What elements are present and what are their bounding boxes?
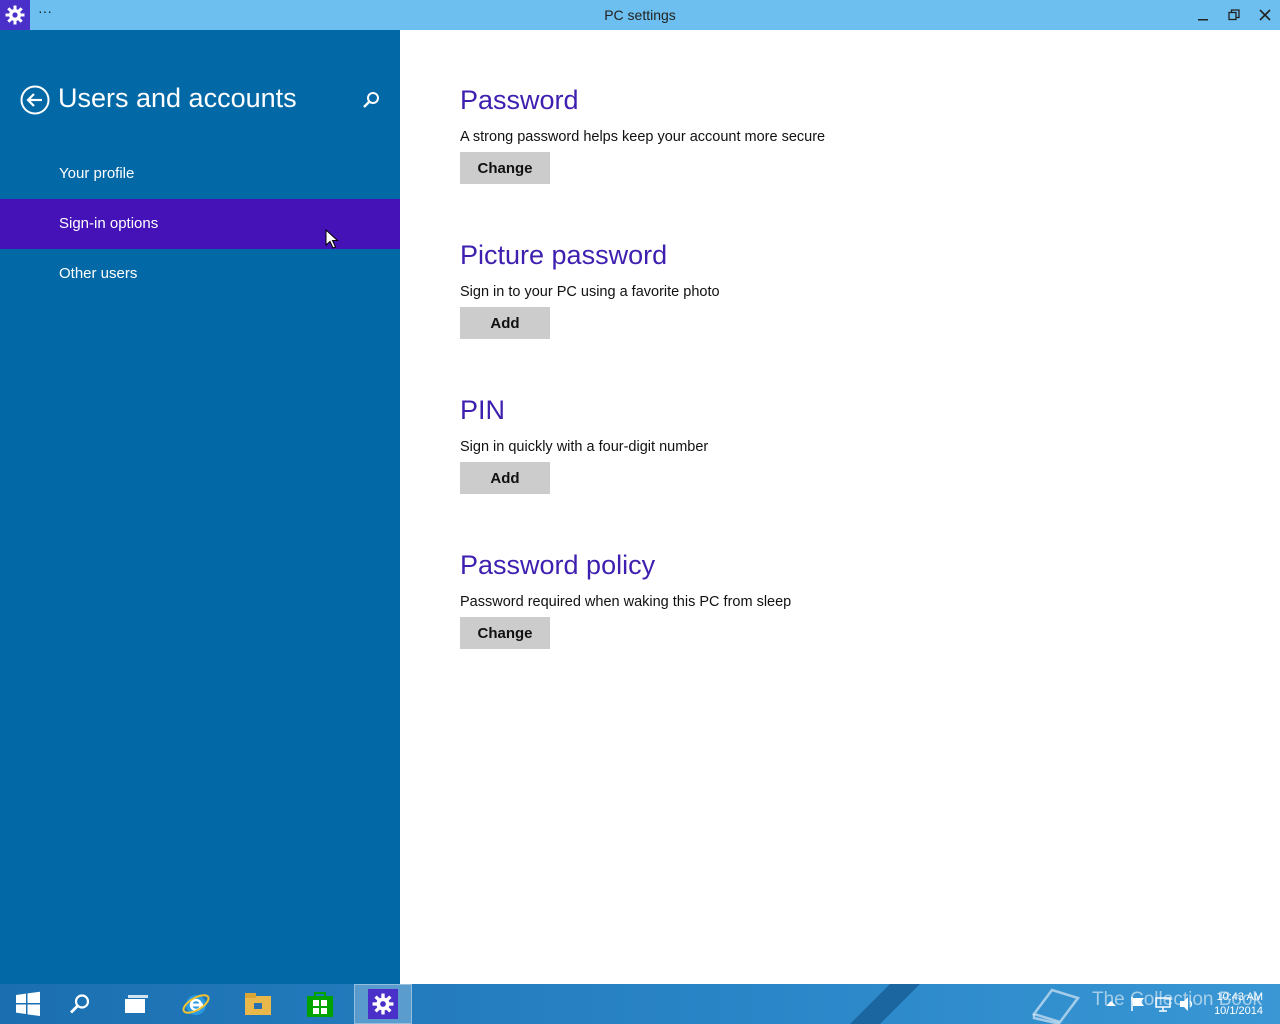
- section-description: Sign in quickly with a four-digit number: [460, 439, 709, 455]
- sidebar-item-label: Other users: [59, 265, 138, 282]
- internet-explorer-icon: [182, 994, 210, 1015]
- sidebar-item-label: Sign-in options: [59, 215, 159, 232]
- sidebar-item-label: Your profile: [59, 165, 135, 182]
- settings-taskbar-button[interactable]: [354, 984, 412, 1024]
- start-button[interactable]: [0, 984, 56, 1024]
- password-policy-section: Password policy Password required when w…: [460, 549, 791, 649]
- minimize-icon: [1197, 19, 1208, 21]
- close-icon: [1258, 9, 1271, 21]
- search-icon: [363, 92, 379, 108]
- close-button[interactable]: [1249, 0, 1280, 30]
- network-button[interactable]: [1155, 996, 1171, 1017]
- internet-explorer-button[interactable]: [168, 984, 224, 1024]
- section-description: Sign in to your PC using a favorite phot…: [460, 284, 720, 300]
- sidebar: Users and accounts Your profile Sign-in …: [0, 30, 400, 984]
- network-icon: [1155, 997, 1171, 1012]
- add-picture-password-button[interactable]: Add: [460, 307, 550, 339]
- gear-icon: [372, 993, 394, 1015]
- store-button[interactable]: [292, 984, 348, 1024]
- clock-time: 10:43 AM: [1216, 991, 1263, 1003]
- start-icon: [16, 991, 40, 1016]
- password-section: Password A strong password helps keep yo…: [460, 84, 825, 184]
- add-pin-button[interactable]: Add: [460, 462, 550, 494]
- section-description: Password required when waking this PC fr…: [460, 594, 792, 610]
- chevron-up-icon: [1106, 1001, 1116, 1006]
- action-center-button[interactable]: [1130, 996, 1146, 1017]
- title-bar: ··· PC settings: [0, 0, 1280, 30]
- restore-icon: [1227, 9, 1240, 21]
- sidebar-item-other-users[interactable]: Other users: [0, 249, 400, 299]
- sidebar-title: Users and accounts: [58, 83, 297, 113]
- search-button[interactable]: [361, 90, 381, 110]
- taskbar-search-button[interactable]: [52, 984, 108, 1024]
- sidebar-item-your-profile[interactable]: Your profile: [0, 149, 400, 199]
- minimize-button[interactable]: [1187, 0, 1218, 30]
- section-description: A strong password helps keep your accoun…: [460, 129, 826, 145]
- picture-password-section: Picture password Sign in to your PC usin…: [460, 239, 720, 339]
- pin-section: PIN Sign in quickly with a four-digit nu…: [460, 394, 708, 494]
- flag-icon: [1131, 997, 1144, 1011]
- section-heading: Password policy: [460, 550, 656, 580]
- taskbar: The Collection Book 10:43 AM 10/1/2014: [0, 984, 1280, 1024]
- section-heading: Password: [460, 85, 579, 115]
- section-heading: PIN: [460, 395, 506, 425]
- change-password-policy-button[interactable]: Change: [460, 617, 550, 649]
- volume-button[interactable]: [1179, 996, 1195, 1017]
- back-button[interactable]: [20, 85, 50, 115]
- sidebar-item-sign-in-options[interactable]: Sign-in options: [0, 199, 400, 249]
- task-view-button[interactable]: [108, 984, 164, 1024]
- main-content: Password A strong password helps keep yo…: [400, 30, 1280, 984]
- clock[interactable]: 10:43 AM 10/1/2014: [1214, 990, 1263, 1018]
- section-heading: Picture password: [460, 240, 668, 270]
- window-title: PC settings: [604, 7, 676, 23]
- file-explorer-icon: [245, 993, 271, 1015]
- book-icon: [1031, 988, 1081, 1024]
- search-icon: [70, 994, 90, 1014]
- restore-button[interactable]: [1218, 0, 1249, 30]
- change-password-button[interactable]: Change: [460, 152, 550, 184]
- settings-icon: [368, 989, 398, 1019]
- task-view-icon: [125, 995, 148, 1013]
- speaker-icon: [1180, 997, 1193, 1011]
- back-arrow-icon: [20, 85, 50, 115]
- show-hidden-icons-button[interactable]: [1106, 996, 1116, 1014]
- file-explorer-button[interactable]: [230, 984, 286, 1024]
- clock-date: 10/1/2014: [1214, 1005, 1263, 1017]
- store-icon: [307, 992, 333, 1017]
- mouse-cursor-icon: [325, 229, 339, 249]
- wallpaper-stripe: [850, 984, 920, 1024]
